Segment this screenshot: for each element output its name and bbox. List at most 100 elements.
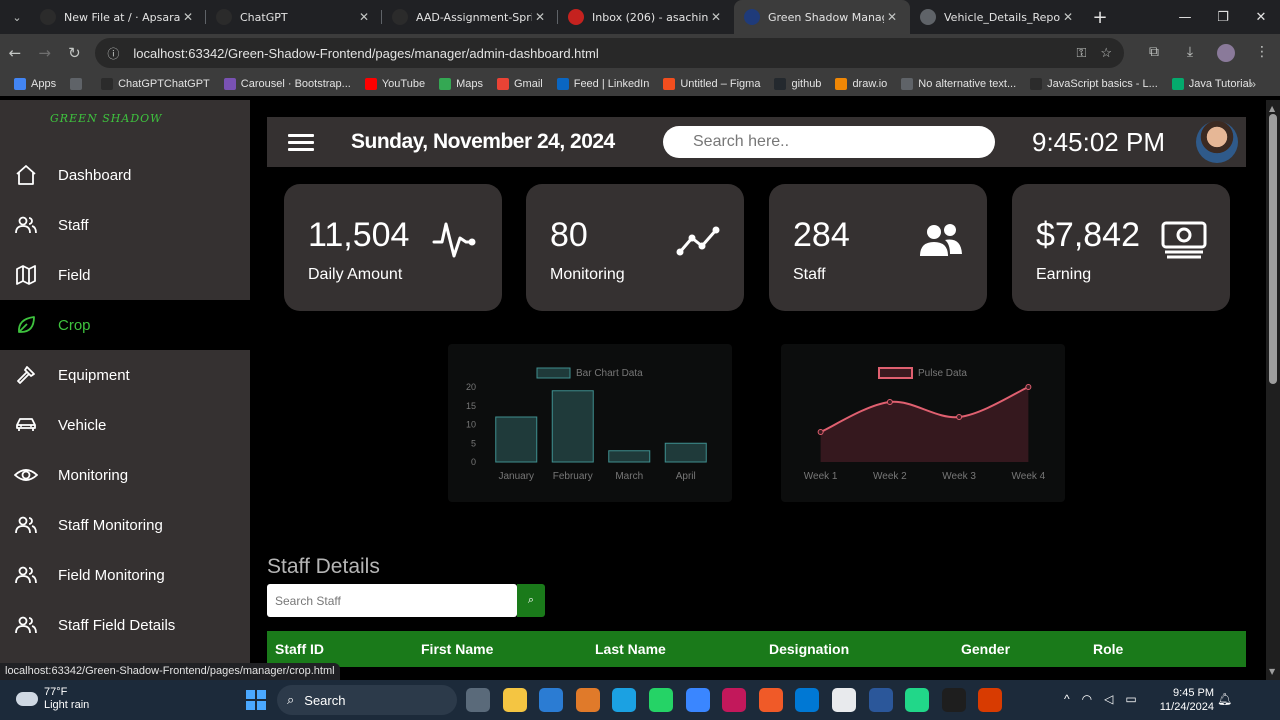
battery-icon[interactable]: ▭ xyxy=(1125,692,1136,706)
close-tab-icon[interactable]: ✕ xyxy=(532,10,548,24)
taskbar-search[interactable]: ⌕ Search xyxy=(277,685,457,715)
bookmark-item[interactable]: No alternative text... xyxy=(901,78,1016,90)
close-tab-icon[interactable]: ✕ xyxy=(884,10,900,24)
more-bookmarks-icon[interactable]: » xyxy=(1249,77,1256,91)
sidebar-item-dashboard[interactable]: Dashboard xyxy=(0,150,250,200)
sidebar-item-field[interactable]: Field xyxy=(0,250,250,300)
data-point xyxy=(817,429,824,435)
column-header[interactable]: Staff ID xyxy=(275,641,324,657)
sidebar-item-vehicle[interactable]: Vehicle xyxy=(0,400,250,450)
column-header[interactable]: Role xyxy=(1093,641,1123,657)
bookmark-item[interactable]: Apps xyxy=(14,78,56,90)
file-explorer-icon[interactable] xyxy=(502,688,527,712)
column-header[interactable]: Gender xyxy=(961,641,1010,657)
postman-icon[interactable] xyxy=(758,688,783,712)
close-tab-icon[interactable]: ✕ xyxy=(356,10,372,24)
sidebar-item-equipment[interactable]: Equipment xyxy=(0,350,250,400)
sidebar-item-staff-field-details[interactable]: Staff Field Details xyxy=(0,600,250,650)
column-header[interactable]: Last Name xyxy=(595,641,666,657)
bookmark-item[interactable]: YouTube xyxy=(364,78,425,90)
close-tab-icon[interactable]: ✕ xyxy=(708,10,724,24)
browser-tab[interactable]: Green Shadow Manager ✕ xyxy=(734,0,910,34)
bookmark-item[interactable] xyxy=(70,78,87,90)
column-header[interactable]: Designation xyxy=(769,641,849,657)
bookmark-item[interactable]: Untitled – Figma xyxy=(663,78,760,90)
sidebar-item-staff-monitoring[interactable]: Staff Monitoring xyxy=(0,500,250,550)
bookmark-item[interactable]: github xyxy=(774,78,821,90)
url-field[interactable]: ⓘ localhost:63342/Green-Shadow-Frontend/… xyxy=(95,38,1124,68)
bookmark-item[interactable]: ChatGPTChatGPT xyxy=(101,78,210,90)
bookmark-item[interactable]: Gmail xyxy=(496,78,543,90)
wifi-icon[interactable]: ◠ xyxy=(1082,692,1092,706)
link-status-bar: localhost:63342/Green-Shadow-Frontend/pa… xyxy=(0,663,340,680)
bookmark-item[interactable]: Maps xyxy=(439,78,483,90)
bar xyxy=(664,442,707,463)
search-input[interactable]: Search here.. xyxy=(663,126,995,158)
scroll-up-icon[interactable]: ▲ xyxy=(1269,104,1275,113)
word-icon[interactable] xyxy=(868,688,893,712)
browser-tab[interactable]: Inbox (206) - asachini095@ ✕ xyxy=(558,0,734,34)
new-tab-button[interactable]: + xyxy=(1086,7,1114,28)
browser-tab[interactable]: New File at / · ApsaraWith ✕ xyxy=(30,0,206,34)
reload-icon[interactable]: ↻ xyxy=(60,44,90,62)
sidebar-item-monitoring[interactable]: Monitoring xyxy=(0,450,250,500)
volume-icon[interactable]: ◁ xyxy=(1104,692,1113,706)
taskbar-clock[interactable]: 9:45 PM 11/24/2024 xyxy=(1158,686,1214,714)
bookmark-item[interactable]: Java Tutorial xyxy=(1171,78,1251,90)
scrollbar-thumb[interactable] xyxy=(1269,114,1277,384)
close-tab-icon[interactable]: ✕ xyxy=(1060,10,1076,24)
profile-avatar[interactable] xyxy=(1217,44,1235,62)
notepad-icon[interactable] xyxy=(685,688,710,712)
maximize-icon[interactable]: ❐ xyxy=(1204,10,1242,25)
bookmark-star-icon[interactable]: ☆ xyxy=(1100,45,1112,61)
sidebar-item-crop[interactable]: Crop xyxy=(0,300,250,350)
minimize-icon[interactable]: — xyxy=(1166,10,1204,25)
close-tab-icon[interactable]: ✕ xyxy=(180,10,196,24)
bookmark-list: Apps ChatGPTChatGPT Carousel · Bootstrap… xyxy=(14,78,1265,90)
browser-tab[interactable]: Vehicle_Details_Report.pdf ✕ xyxy=(910,0,1086,34)
tray-chevron-icon[interactable]: ^ xyxy=(1064,692,1070,706)
bookmark-item[interactable]: draw.io xyxy=(835,78,887,90)
app-icon[interactable] xyxy=(941,688,966,712)
user-avatar[interactable] xyxy=(1196,121,1238,163)
pycharm-icon[interactable] xyxy=(905,688,930,712)
bookmark-item[interactable]: Feed | LinkedIn xyxy=(556,78,649,90)
password-key-icon[interactable]: ⚿ xyxy=(1076,45,1086,61)
windows-taskbar: 77°F Light rain ⌕ Search ^ ◠ ◁ ▭ 9:45 PM… xyxy=(0,680,1280,720)
store-icon[interactable] xyxy=(539,688,564,712)
staff-search-input[interactable]: Search Staff xyxy=(267,584,517,617)
extensions-icon[interactable]: ⧉ xyxy=(1136,44,1172,62)
tab-search-chevron-icon[interactable]: ⌄ xyxy=(4,4,30,30)
windows-start-icon[interactable] xyxy=(246,690,266,710)
sidebar: GREEN SHADOW Dashboard Staff Field Crop … xyxy=(0,100,250,680)
edge-icon[interactable] xyxy=(612,688,637,712)
task-view-icon[interactable] xyxy=(466,688,490,712)
close-window-icon[interactable]: ✕ xyxy=(1242,10,1280,25)
scroll-down-icon[interactable]: ▼ xyxy=(1269,667,1275,676)
browser-actions: ⧉ ⤓ ⋮ xyxy=(1136,44,1280,62)
page-scrollbar[interactable]: ▲ ▼ xyxy=(1266,100,1280,680)
bookmark-item[interactable]: Carousel · Bootstrap... xyxy=(223,78,351,90)
column-header[interactable]: First Name xyxy=(421,641,493,657)
browser-tab[interactable]: ChatGPT ✕ xyxy=(206,0,382,34)
browser-tab[interactable]: AAD-Assignment-Spring-F ✕ xyxy=(382,0,558,34)
intellij-icon[interactable] xyxy=(722,688,747,712)
tab-title: New File at / · ApsaraWith xyxy=(64,10,180,24)
menu-toggle-icon[interactable] xyxy=(288,130,314,155)
weather-widget[interactable]: 77°F Light rain xyxy=(16,686,89,712)
whatsapp-icon[interactable] xyxy=(648,688,673,712)
wps-icon[interactable] xyxy=(978,688,1003,712)
sidebar-item-field-monitoring[interactable]: Field Monitoring xyxy=(0,550,250,600)
download-icon[interactable]: ⤓ xyxy=(1172,44,1208,62)
chrome-menu-icon[interactable]: ⋮ xyxy=(1244,44,1280,62)
bookmark-item[interactable]: JavaScript basics - L... xyxy=(1030,78,1158,90)
sidebar-item-staff[interactable]: Staff xyxy=(0,200,250,250)
chrome-icon[interactable] xyxy=(831,688,856,712)
back-icon[interactable]: ← xyxy=(0,44,30,62)
vscode-icon[interactable] xyxy=(795,688,820,712)
forward-icon[interactable]: → xyxy=(30,44,60,62)
staff-search-button[interactable]: ⌕ xyxy=(517,584,545,617)
notification-bell-icon[interactable]: 🔔︎ xyxy=(1217,692,1232,706)
site-info-icon[interactable]: ⓘ xyxy=(107,45,125,62)
app-icon[interactable] xyxy=(575,688,600,712)
